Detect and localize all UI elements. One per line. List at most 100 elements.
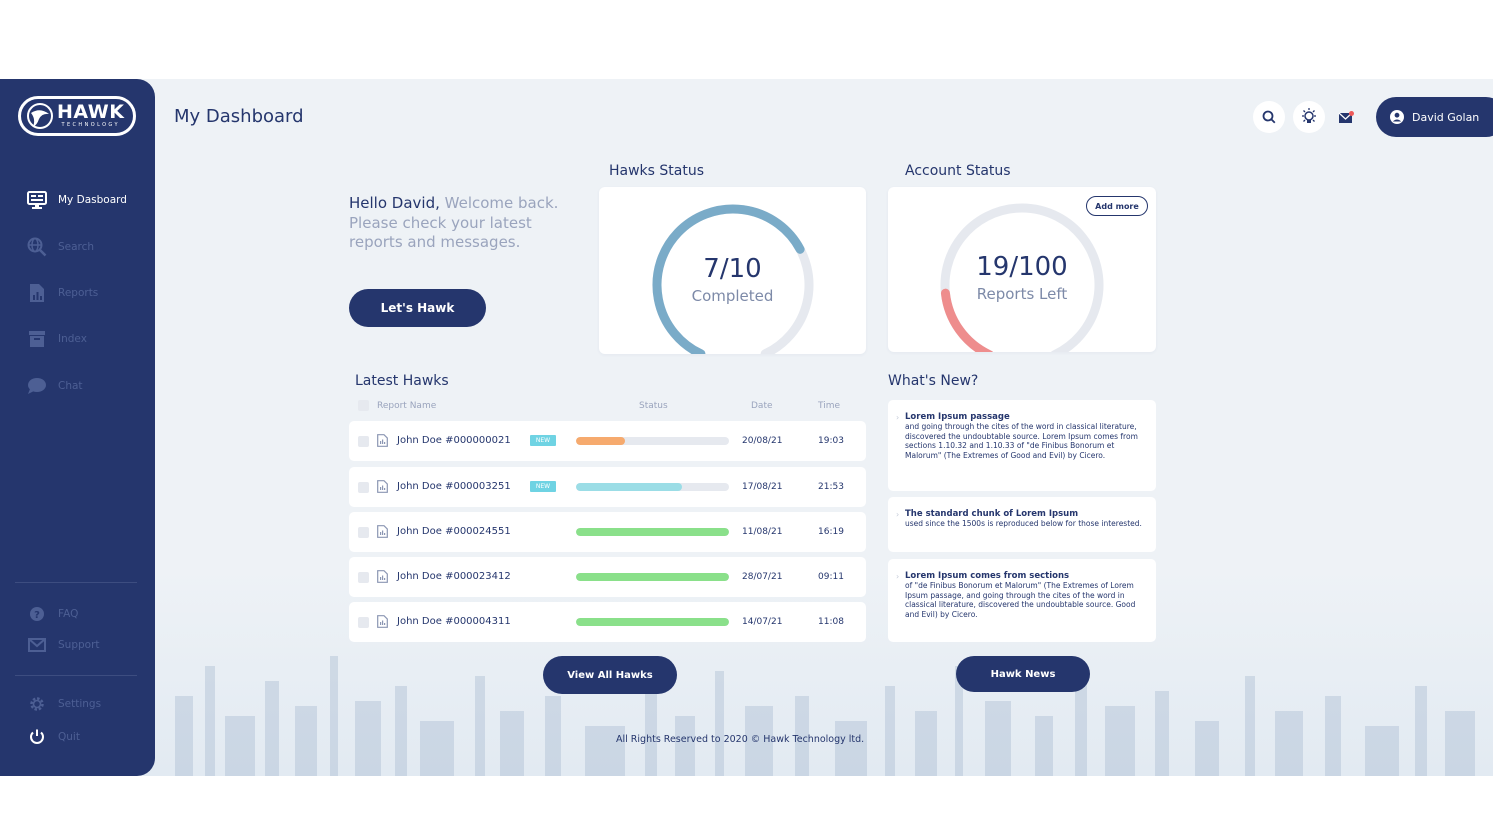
user-menu-button[interactable]: David Golan — [1376, 97, 1493, 137]
power-icon — [26, 726, 48, 748]
report-date: 20/08/21 — [742, 436, 783, 446]
report-name: John Doe #000004311 — [397, 616, 511, 627]
sidebar-item-label: Reports — [58, 287, 99, 299]
search-icon — [1262, 110, 1276, 124]
sidebar-item-settings[interactable]: Settings — [26, 693, 101, 715]
archive-icon — [26, 328, 48, 350]
document-icon — [377, 434, 388, 447]
news-item[interactable]: › Lorem Ipsum comes from sections of "de… — [888, 559, 1156, 642]
account-status-title: Account Status — [905, 163, 1011, 179]
column-header-status: Status — [639, 401, 668, 411]
new-badge: NEW — [530, 481, 556, 492]
report-time: 19:03 — [818, 436, 844, 446]
row-checkbox[interactable] — [358, 436, 369, 447]
sidebar-item-search[interactable]: Search — [26, 236, 94, 258]
chevron-right-icon: › — [896, 510, 900, 519]
account-status-value: 19/100 — [976, 252, 1068, 282]
document-icon — [377, 480, 388, 493]
news-item-title: Lorem Ipsum passage — [905, 412, 1010, 422]
footer-copyright: All Rights Reserved to 2020 © Hawk Techn… — [616, 734, 865, 745]
chevron-right-icon: › — [896, 413, 900, 422]
logo-wordmark: HAWK — [57, 101, 125, 123]
lets-hawk-button[interactable]: Let's Hawk — [349, 289, 486, 327]
table-row[interactable]: John Doe #000004311 14/07/21 11:08 — [349, 602, 866, 642]
sidebar-item-label: Index — [58, 333, 87, 345]
select-all-checkbox[interactable] — [358, 400, 369, 411]
row-checkbox[interactable] — [358, 617, 369, 628]
sidebar-item-label: Search — [58, 241, 95, 253]
dashboard-icon — [26, 189, 48, 211]
page-title: My Dashboard — [174, 106, 304, 127]
report-time: 09:11 — [818, 572, 844, 582]
status-progress-fill — [576, 618, 729, 626]
news-item[interactable]: › Lorem Ipsum passage and going through … — [888, 400, 1156, 491]
column-header-date: Date — [751, 401, 773, 411]
status-progress-fill — [576, 528, 729, 536]
news-item-body: and going through the cites of the word … — [905, 422, 1138, 461]
messages-button[interactable] — [1333, 105, 1359, 131]
sidebar-divider — [15, 675, 137, 676]
sidebar-item-reports[interactable]: Reports — [26, 282, 98, 304]
sidebar-item-index[interactable]: Index — [26, 328, 87, 350]
chat-icon — [26, 375, 48, 397]
logo-tagline: TECHNOLOGY — [61, 122, 120, 128]
sidebar-item-label: Quit — [58, 731, 80, 743]
sidebar-item-chat[interactable]: Chat — [26, 375, 83, 397]
view-all-hawks-button[interactable]: View All Hawks — [543, 656, 677, 694]
document-icon — [377, 525, 388, 538]
table-row[interactable]: John Doe #000024551 11/08/21 16:19 — [349, 512, 866, 552]
app-frame: HAWK TECHNOLOGY My Dasboard Search Repor… — [0, 79, 1493, 776]
column-header-time: Time — [818, 401, 841, 411]
sidebar-item-label: FAQ — [58, 608, 79, 620]
gear-icon — [26, 693, 48, 715]
add-more-button[interactable]: Add more — [1086, 196, 1148, 216]
report-name: John Doe #000003251 — [397, 481, 511, 492]
report-time: 11:08 — [818, 617, 844, 627]
sidebar-item-quit[interactable]: Quit — [26, 726, 80, 748]
new-badge: NEW — [530, 435, 556, 446]
sidebar-item-faq[interactable]: ? FAQ — [26, 603, 78, 625]
welcome-message: Hello David, Welcome back. Please check … — [349, 194, 589, 253]
news-item-body: used since the 1500s is reproduced below… — [905, 519, 1142, 528]
account-status-card: 19/100 Reports Left Add more — [888, 187, 1156, 352]
mail-notification-icon — [1338, 111, 1354, 123]
hawk-logo-icon — [27, 103, 53, 129]
greeting-name: Hello David, — [349, 194, 440, 212]
svg-text:?: ? — [34, 610, 40, 621]
status-progress-bar — [576, 573, 729, 581]
table-row[interactable]: John Doe #000003251 NEW 17/08/21 21:53 — [349, 467, 866, 507]
status-progress-fill — [576, 437, 625, 445]
report-name: John Doe #000023412 — [397, 571, 511, 582]
report-time: 16:19 — [818, 527, 844, 537]
chevron-right-icon: › — [896, 572, 900, 581]
hawk-news-button[interactable]: Hawk News — [956, 656, 1090, 692]
report-name: John Doe #000024551 — [397, 526, 511, 537]
row-checkbox[interactable] — [358, 482, 369, 493]
status-progress-bar — [576, 618, 729, 626]
theme-toggle-button[interactable] — [1293, 101, 1325, 133]
report-date: 14/07/21 — [742, 617, 783, 627]
news-item[interactable]: › The standard chunk of Lorem Ipsum used… — [888, 497, 1156, 552]
sidebar-item-label: My Dasboard — [58, 194, 127, 206]
document-icon — [377, 570, 388, 583]
report-date: 17/08/21 — [742, 482, 783, 492]
account-status-label: Reports Left — [976, 285, 1068, 303]
column-header-name: Report Name — [377, 401, 437, 411]
news-item-title: Lorem Ipsum comes from sections — [905, 571, 1070, 581]
report-time: 21:53 — [818, 482, 844, 492]
table-row[interactable]: John Doe #000000021 NEW 20/08/21 19:03 — [349, 421, 866, 461]
sidebar-item-support[interactable]: Support — [26, 634, 100, 656]
status-progress-bar — [576, 483, 729, 491]
sidebar-item-dashboard[interactable]: My Dasboard — [26, 189, 127, 211]
user-avatar-icon — [1390, 110, 1404, 124]
search-button[interactable] — [1253, 101, 1285, 133]
table-row[interactable]: John Doe #000023412 28/07/21 09:11 — [349, 557, 866, 597]
search-globe-icon — [26, 236, 48, 258]
latest-hawks-title: Latest Hawks — [355, 373, 449, 389]
row-checkbox[interactable] — [358, 527, 369, 538]
sidebar: HAWK TECHNOLOGY My Dasboard Search Repor… — [0, 79, 155, 776]
row-checkbox[interactable] — [358, 572, 369, 583]
news-item-title: The standard chunk of Lorem Ipsum — [905, 509, 1079, 519]
document-icon — [377, 615, 388, 628]
hawk-logo[interactable]: HAWK TECHNOLOGY — [18, 96, 136, 136]
